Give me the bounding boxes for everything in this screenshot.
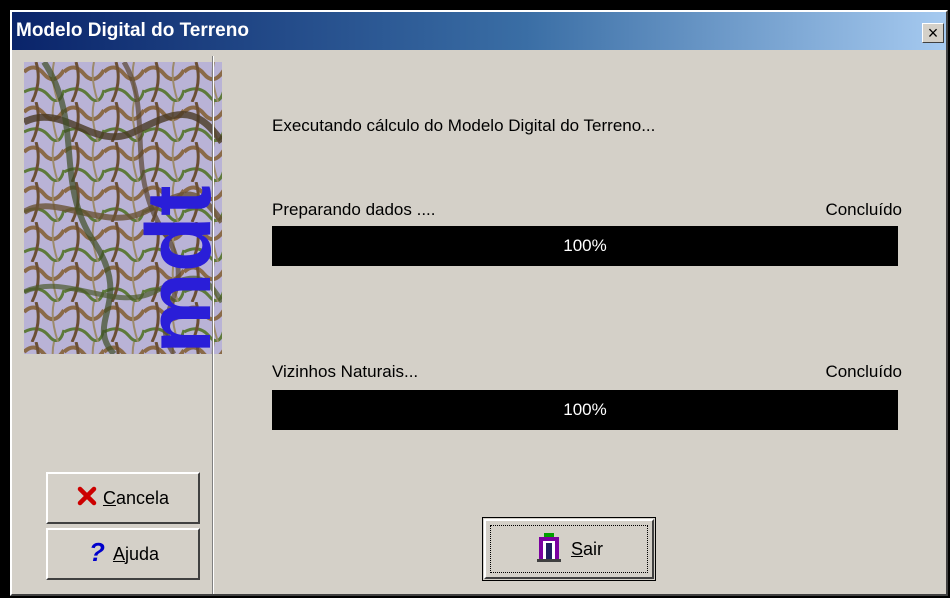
red-x-icon [77,486,97,511]
task-state-2: Concluído [825,362,902,381]
close-button[interactable]: × [922,23,944,43]
cancel-button[interactable]: Cancela [46,472,200,524]
title-bar[interactable]: Modelo Digital do Terreno × [12,12,946,50]
help-button[interactable]: ? Ajuda [46,528,200,580]
cancel-label: Cancela [102,487,170,508]
main-panel: Executando cálculo do Modelo Digital do … [214,50,946,594]
help-label: Ajuda [112,543,160,564]
mdt-logo: mdt [24,62,222,354]
left-panel: mdt Cancela ? Ajuda [12,50,222,594]
status-text: Executando cálculo do Modelo Digital do … [272,116,656,135]
logo-text: mdt [128,185,222,354]
exit-label: Sair [570,538,604,559]
progress-bar-1: 100% [272,226,898,266]
svg-text:?: ? [89,539,105,565]
window-title: Modelo Digital do Terreno [16,20,249,41]
exit-door-icon [535,531,563,568]
task-state-1: Concluído [825,200,902,219]
question-mark-icon: ? [87,537,107,570]
exit-button[interactable]: Sair [482,517,656,581]
progress-text-2: 100% [563,400,607,419]
terrain-map-image: mdt [24,62,222,354]
progress-text-1: 100% [563,236,607,255]
dialog-window: Modelo Digital do Terreno × mdt Cancela … [10,10,948,596]
task-label-2: Vizinhos Naturais... [272,362,419,381]
task-label-1: Preparando dados .... [272,200,436,219]
close-icon: × [927,23,939,43]
progress-bar-2: 100% [272,390,898,430]
